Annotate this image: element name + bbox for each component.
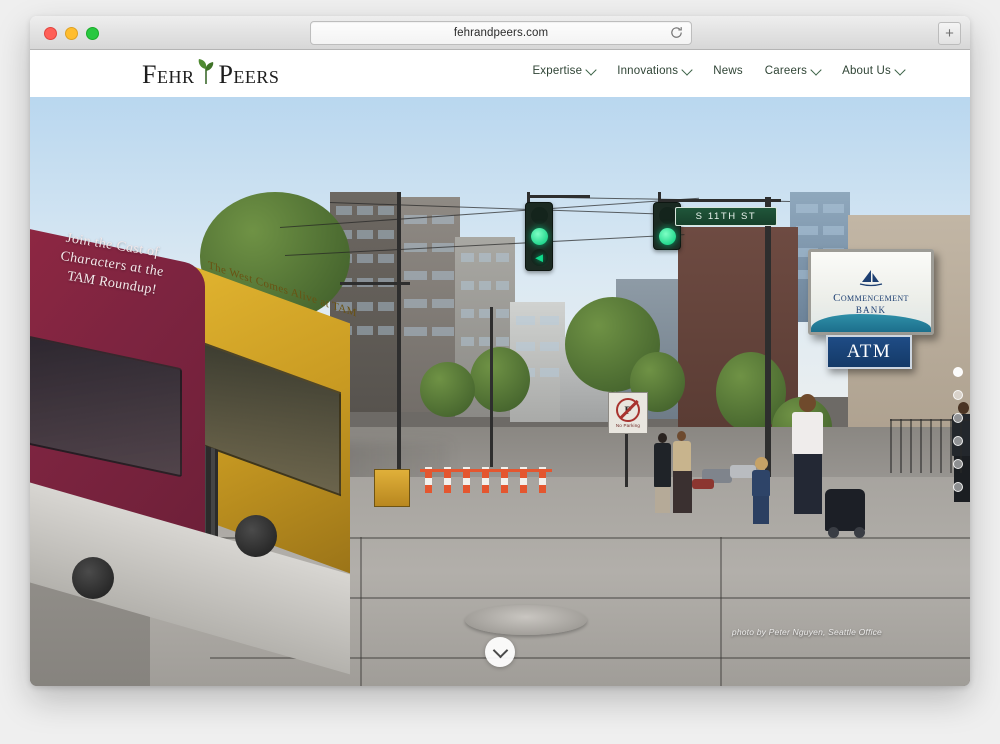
chevron-down-icon xyxy=(492,642,508,658)
browser-titlebar: fehrandpeers.com + xyxy=(30,16,970,50)
nav-item-innovations[interactable]: Innovations xyxy=(617,63,693,77)
pedestrian xyxy=(673,431,692,513)
url-text: fehrandpeers.com xyxy=(453,27,549,39)
nav-item-about-us[interactable]: About Us xyxy=(842,63,906,77)
nav-item-careers[interactable]: Careers xyxy=(764,63,822,77)
main-navigation: Expertise Innovations News Careers About… xyxy=(532,63,906,77)
scroll-down-button[interactable] xyxy=(485,637,515,667)
logo-word-1: Fehr xyxy=(142,59,195,89)
new-tab-button[interactable]: + xyxy=(938,22,961,45)
signal-red-lamp xyxy=(530,207,548,224)
signal-left-arrow-lamp: ◄ xyxy=(530,249,548,266)
nav-item-expertise[interactable]: Expertise xyxy=(532,63,597,77)
tram-wheel xyxy=(235,515,277,557)
slide-dot[interactable] xyxy=(953,367,963,377)
reload-icon[interactable] xyxy=(669,25,684,40)
pedestrian-child xyxy=(752,457,770,524)
signal-green-lamp xyxy=(530,228,548,245)
street-pole xyxy=(490,307,493,467)
pedestrian-adult xyxy=(792,394,823,514)
sign-pole xyxy=(625,427,628,487)
construction-barrel xyxy=(374,469,410,507)
nav-label: Innovations xyxy=(617,65,679,77)
sidewalk-seam xyxy=(360,537,362,686)
nav-label: Expertise xyxy=(532,65,583,77)
utility-pole xyxy=(765,197,771,477)
pole-arm xyxy=(340,282,410,285)
atm-sign: ATM xyxy=(826,335,912,369)
signal-red-lamp xyxy=(658,207,676,224)
bank-sign-wave xyxy=(811,314,931,332)
no-parking-label: No Parking xyxy=(615,423,641,428)
nav-label: News xyxy=(713,65,743,77)
street-name-sign: S 11TH ST xyxy=(675,207,777,226)
pedestrian xyxy=(654,433,671,513)
photo-credit: photo by Peter Nguyen, Seattle Office xyxy=(731,627,882,637)
commencement-bank-sign: Commencement BANK xyxy=(808,249,934,335)
sidewalk-seam xyxy=(720,537,722,686)
zoom-button[interactable] xyxy=(86,27,99,40)
chevron-down-icon xyxy=(894,63,906,76)
bank-name: Commencement xyxy=(833,292,909,304)
nav-label: Careers xyxy=(764,65,808,77)
chevron-down-icon xyxy=(810,63,822,76)
sailboat-icon xyxy=(858,269,884,290)
left-arrow-icon: ◄ xyxy=(532,250,546,265)
leaf-icon xyxy=(196,58,216,91)
atm-text: ATM xyxy=(846,341,892,362)
tram-wheel xyxy=(72,557,114,599)
chevron-down-icon xyxy=(681,63,693,76)
signal-green-lamp xyxy=(658,228,676,245)
minimize-button[interactable] xyxy=(65,27,78,40)
signal-arm xyxy=(530,195,590,198)
window-controls xyxy=(44,27,99,40)
nav-label: About Us xyxy=(842,65,891,77)
street-name-text: S 11TH ST xyxy=(695,211,757,222)
stroller xyxy=(825,489,865,531)
logo-word-2: Peers xyxy=(218,59,280,89)
slide-dot[interactable] xyxy=(953,459,963,469)
hero-photo[interactable]: ◄ S 11TH ST Commencement BANK ATM No Par… xyxy=(30,97,970,686)
no-parking-sign: P No Parking xyxy=(608,392,648,434)
stroller-wheel xyxy=(828,527,839,538)
stroller-wheel xyxy=(854,527,865,538)
site-logo[interactable]: Fehr Peers xyxy=(142,58,279,91)
slide-dot[interactable] xyxy=(953,413,963,423)
barricade-rail xyxy=(420,469,552,472)
slide-indicator xyxy=(953,367,963,492)
address-bar[interactable]: fehrandpeers.com xyxy=(310,21,692,45)
light-rail-tram: The West Comes Alive at TAM Join the Cas… xyxy=(30,227,357,675)
parked-car xyxy=(692,479,714,489)
browser-window: fehrandpeers.com + Fehr Peers Expertise … xyxy=(30,16,970,686)
close-button[interactable] xyxy=(44,27,57,40)
slide-dot[interactable] xyxy=(953,390,963,400)
nav-item-news[interactable]: News xyxy=(713,65,743,77)
traffic-signal-left: ◄ xyxy=(525,202,553,271)
tree xyxy=(420,362,475,417)
new-tab-label: + xyxy=(945,25,954,42)
slide-dot[interactable] xyxy=(953,482,963,492)
manhole-cover xyxy=(465,605,587,635)
chevron-down-icon xyxy=(585,63,597,76)
utility-pole xyxy=(397,192,401,492)
slide-dot[interactable] xyxy=(953,436,963,446)
tree xyxy=(470,347,530,412)
page-root: fehrandpeers.com + Fehr Peers Expertise … xyxy=(0,0,1000,744)
no-parking-icon: P xyxy=(616,398,640,422)
site-header: Fehr Peers Expertise Innovations News Ca… xyxy=(30,50,970,97)
